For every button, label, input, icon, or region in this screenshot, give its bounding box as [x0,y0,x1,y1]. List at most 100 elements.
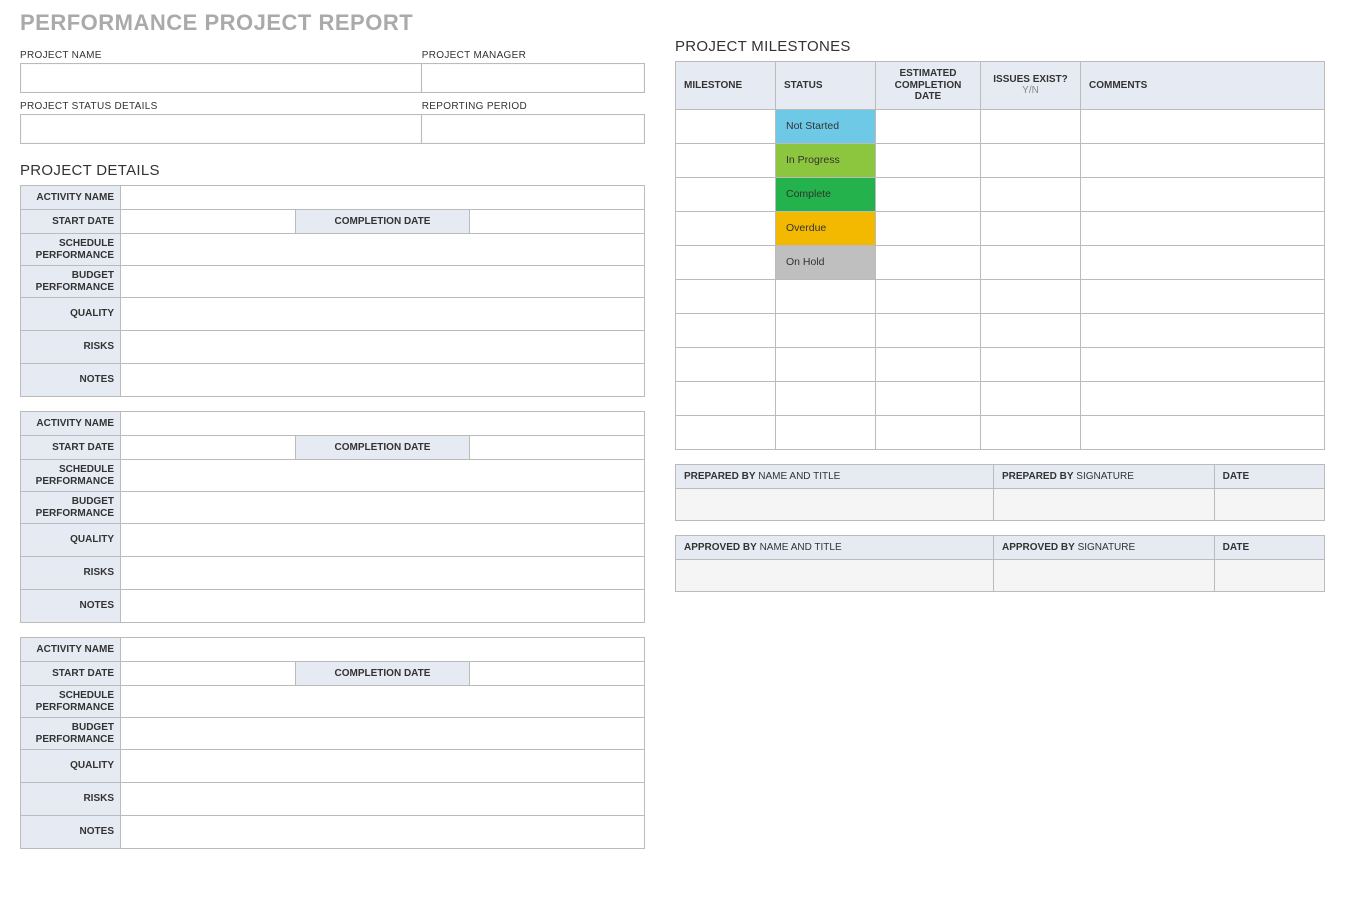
start-date-input[interactable] [121,436,296,460]
comments-cell[interactable] [1081,245,1325,279]
comments-cell[interactable] [1081,211,1325,245]
issues-cell[interactable] [981,143,1081,177]
issues-cell[interactable] [981,313,1081,347]
table-row [676,313,1325,347]
status-details-input[interactable] [20,114,422,144]
issues-cell[interactable] [981,245,1081,279]
activity-name-input[interactable] [121,186,645,210]
milestone-cell[interactable] [676,347,776,381]
activity-name-label: ACTIVITY NAME [21,412,121,436]
risks-input[interactable] [121,783,645,816]
issues-cell[interactable] [981,279,1081,313]
quality-input[interactable] [121,750,645,783]
budget-perf-input[interactable] [121,266,645,298]
quality-input[interactable] [121,298,645,331]
milestone-cell[interactable] [676,143,776,177]
start-date-input[interactable] [121,662,296,686]
status-cell[interactable] [776,415,876,449]
approved-by-date-input[interactable] [1214,559,1324,591]
activity-name-input[interactable] [121,638,645,662]
comments-cell[interactable] [1081,279,1325,313]
activity-block: ACTIVITY NAME START DATE COMPLETION DATE… [20,185,645,397]
milestones-table: MILESTONE STATUS ESTIMATED COMPLETION DA… [675,61,1325,450]
budget-perf-input[interactable] [121,718,645,750]
milestone-cell[interactable] [676,279,776,313]
status-cell[interactable] [776,381,876,415]
prepared-by-name-label: PREPARED BY NAME AND TITLE [676,464,994,488]
milestone-cell[interactable] [676,381,776,415]
ecd-cell[interactable] [876,313,981,347]
comments-cell[interactable] [1081,143,1325,177]
issues-cell[interactable] [981,381,1081,415]
milestone-cell[interactable] [676,109,776,143]
ecd-cell[interactable] [876,347,981,381]
issues-cell[interactable] [981,415,1081,449]
milestone-cell[interactable] [676,415,776,449]
approved-by-name-input[interactable] [676,559,994,591]
quality-label: QUALITY [21,524,121,557]
milestone-cell[interactable] [676,313,776,347]
quality-label: QUALITY [21,750,121,783]
status-cell[interactable]: Complete [776,177,876,211]
activity-name-input[interactable] [121,412,645,436]
ecd-cell[interactable] [876,211,981,245]
approved-by-name-label: APPROVED BY NAME AND TITLE [676,535,994,559]
milestone-cell[interactable] [676,177,776,211]
ecd-cell[interactable] [876,415,981,449]
budget-perf-label: BUDGET PERFORMANCE [21,492,121,524]
quality-input[interactable] [121,524,645,557]
milestone-cell[interactable] [676,211,776,245]
prepared-by-name-input[interactable] [676,488,994,520]
approved-by-block: APPROVED BY NAME AND TITLE APPROVED BY S… [675,535,1325,592]
schedule-perf-input[interactable] [121,234,645,266]
status-cell[interactable]: Not Started [776,109,876,143]
project-manager-input[interactable] [422,63,645,93]
status-cell[interactable] [776,313,876,347]
status-cell[interactable] [776,347,876,381]
prepared-by-sig-input[interactable] [994,488,1215,520]
ecd-cell[interactable] [876,279,981,313]
comments-cell[interactable] [1081,415,1325,449]
completion-date-input[interactable] [470,662,645,686]
risks-input[interactable] [121,557,645,590]
ecd-cell[interactable] [876,177,981,211]
table-row [676,381,1325,415]
budget-perf-label: BUDGET PERFORMANCE [21,266,121,298]
completion-date-label: COMPLETION DATE [295,436,470,460]
prepared-by-date-input[interactable] [1214,488,1324,520]
issues-cell[interactable] [981,109,1081,143]
ecd-cell[interactable] [876,143,981,177]
approved-by-sig-input[interactable] [994,559,1215,591]
risks-label: RISKS [21,783,121,816]
status-cell[interactable]: Overdue [776,211,876,245]
start-date-input[interactable] [121,210,296,234]
notes-input[interactable] [121,364,645,397]
completion-date-label: COMPLETION DATE [295,662,470,686]
comments-cell[interactable] [1081,381,1325,415]
milestone-cell[interactable] [676,245,776,279]
schedule-perf-input[interactable] [121,686,645,718]
notes-input[interactable] [121,816,645,849]
completion-date-input[interactable] [470,436,645,460]
status-cell[interactable]: In Progress [776,143,876,177]
issues-cell[interactable] [981,177,1081,211]
schedule-perf-label: SCHEDULE PERFORMANCE [21,234,121,266]
status-cell[interactable] [776,279,876,313]
comments-cell[interactable] [1081,347,1325,381]
comments-cell[interactable] [1081,313,1325,347]
risks-input[interactable] [121,331,645,364]
reporting-period-input[interactable] [422,114,645,144]
comments-cell[interactable] [1081,109,1325,143]
ecd-cell[interactable] [876,109,981,143]
notes-input[interactable] [121,590,645,623]
schedule-perf-input[interactable] [121,460,645,492]
ecd-cell[interactable] [876,381,981,415]
completion-date-input[interactable] [470,210,645,234]
comments-cell[interactable] [1081,177,1325,211]
issues-cell[interactable] [981,347,1081,381]
ecd-cell[interactable] [876,245,981,279]
issues-cell[interactable] [981,211,1081,245]
project-name-input[interactable] [20,63,422,93]
budget-perf-input[interactable] [121,492,645,524]
status-cell[interactable]: On Hold [776,245,876,279]
